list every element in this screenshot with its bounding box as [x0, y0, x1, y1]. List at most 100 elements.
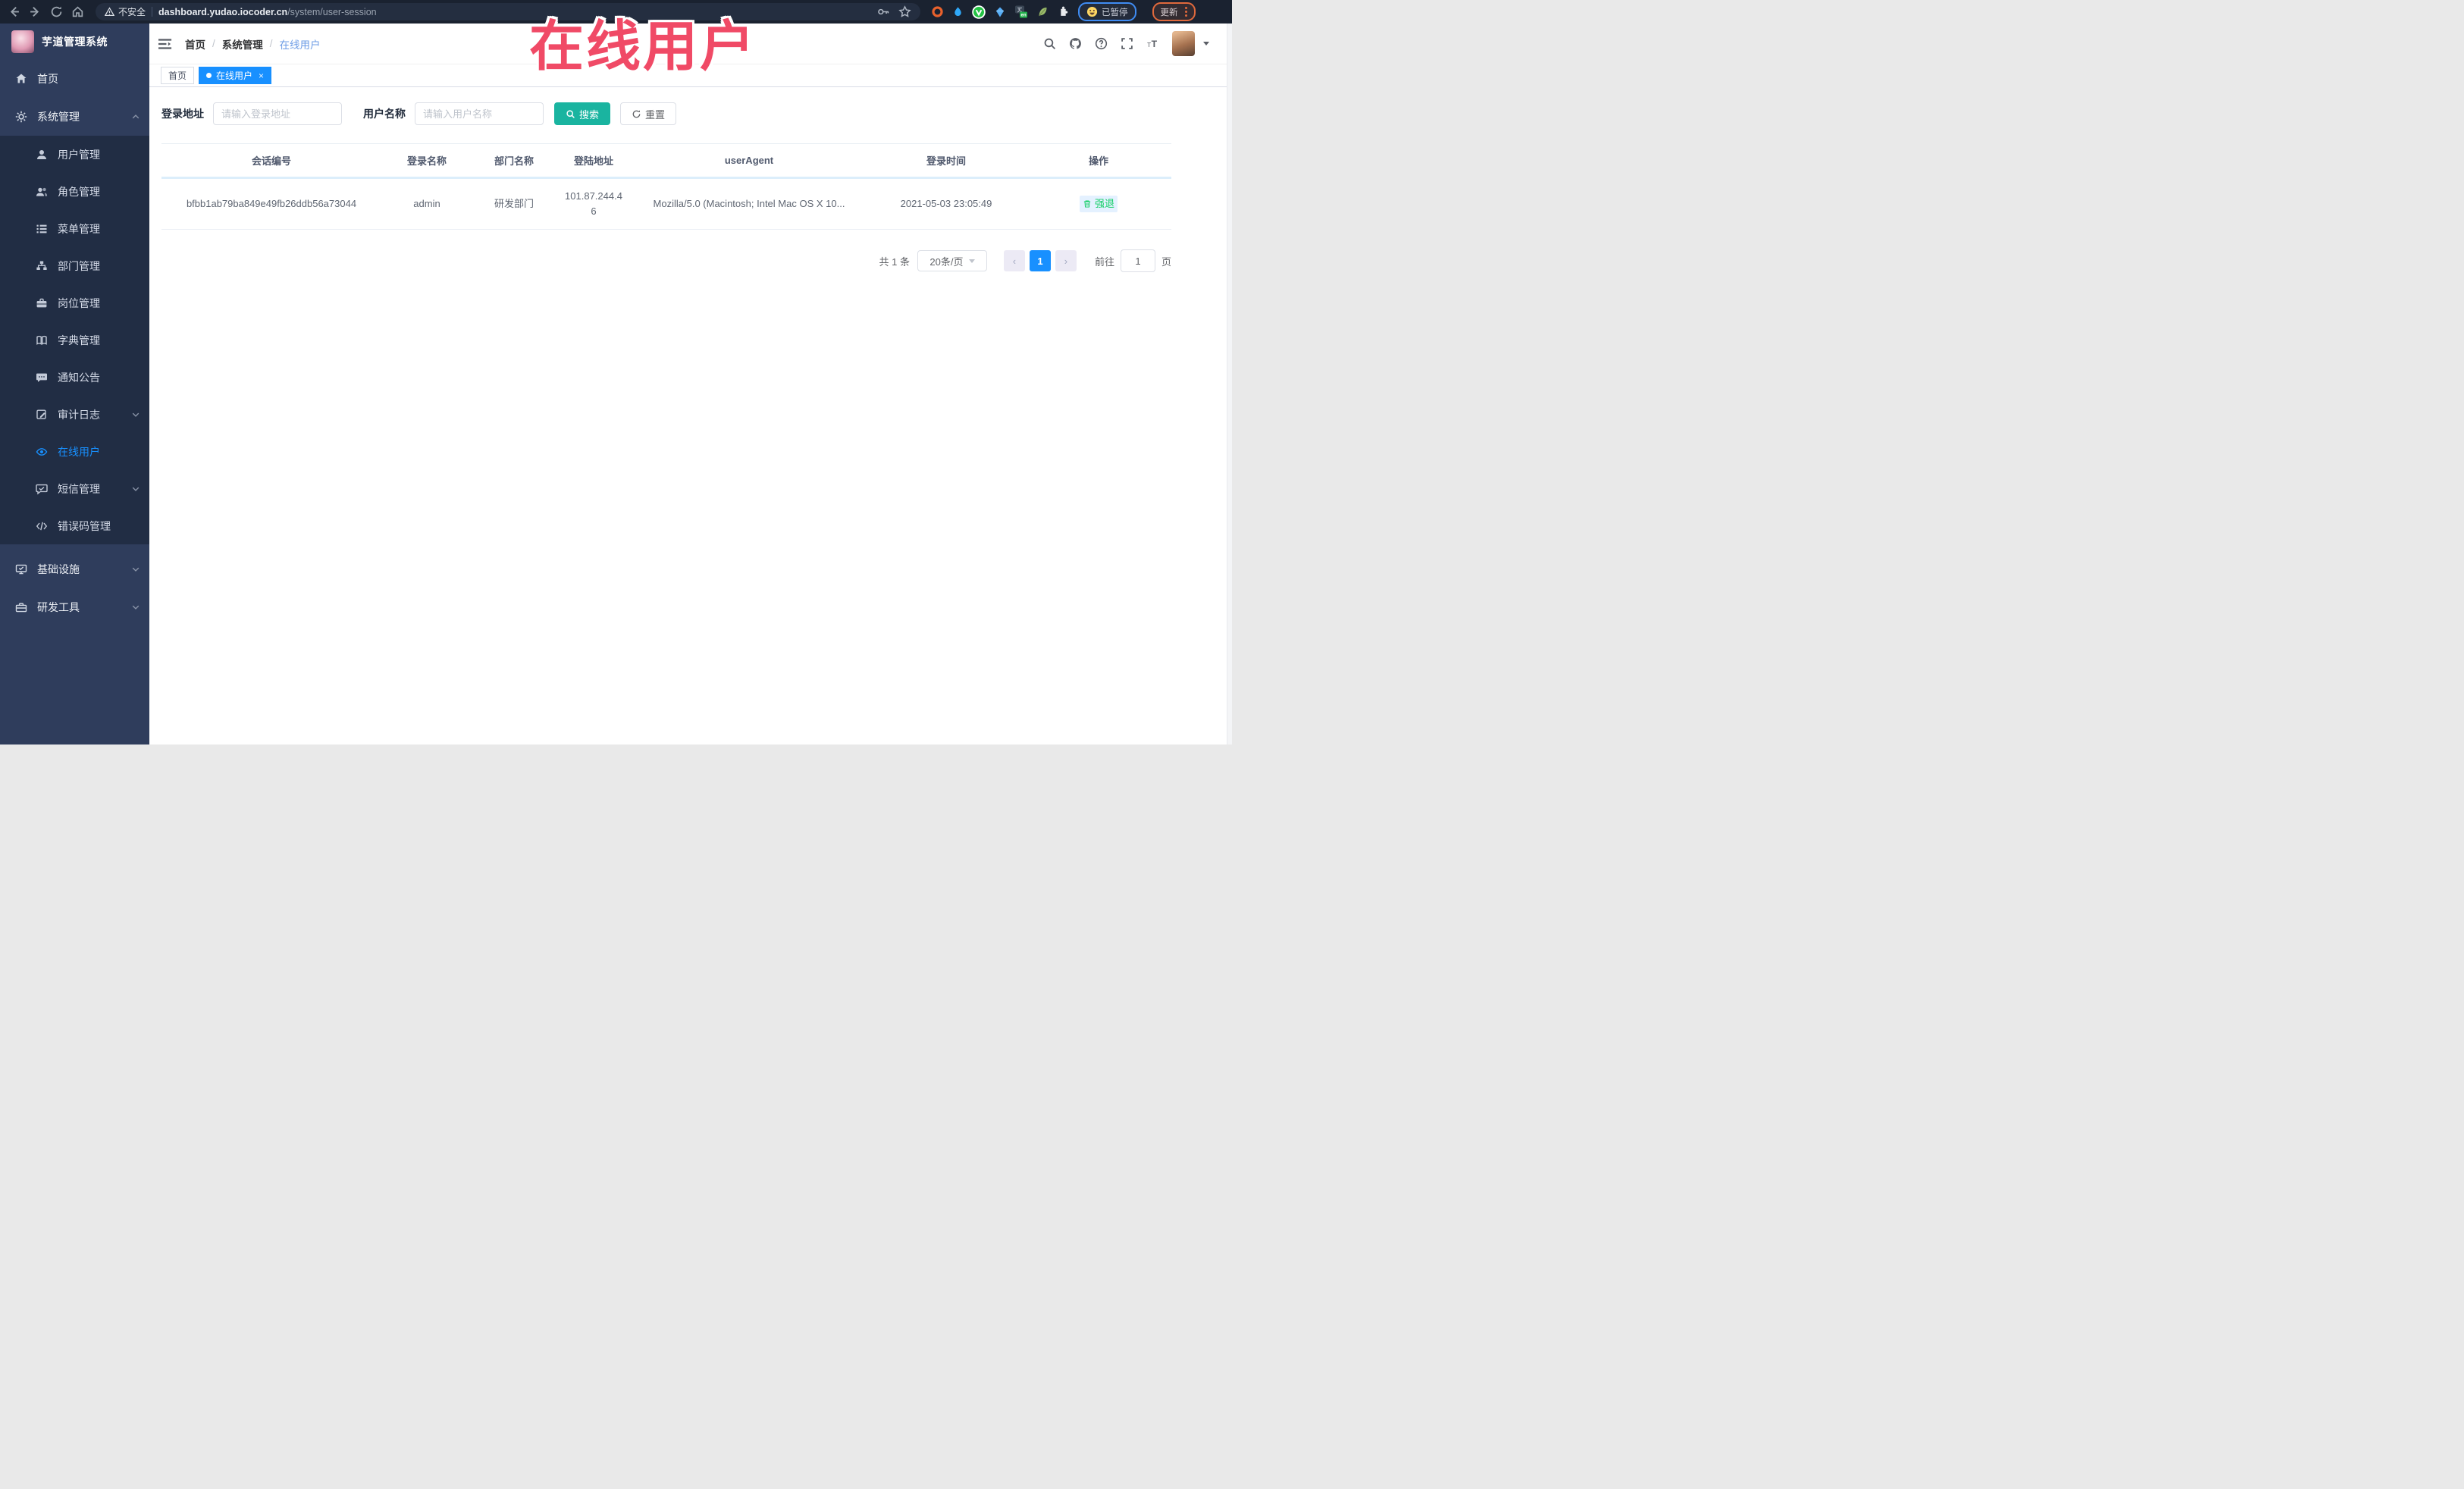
current-page-button[interactable]: 1 — [1029, 250, 1051, 272]
user-menu-caret-icon[interactable] — [1203, 42, 1209, 45]
breadcrumb-system[interactable]: 系统管理 — [222, 36, 263, 52]
sidebar-item-dept-mgmt[interactable]: 部门管理 — [0, 247, 149, 284]
chevron-down-icon — [132, 567, 140, 572]
page-size-select[interactable]: 20条/页 — [917, 250, 987, 272]
sidebar-item-menu-mgmt[interactable]: 菜单管理 — [0, 210, 149, 247]
svg-text:T: T — [1147, 41, 1151, 49]
sidebar-toggle-icon[interactable] — [158, 38, 173, 50]
fullscreen-icon[interactable] — [1121, 37, 1133, 50]
tab-online-users[interactable]: 在线用户 × — [199, 67, 272, 84]
ext-blue-diamond-icon[interactable] — [994, 6, 1006, 18]
code-icon — [36, 522, 48, 530]
pagination: 共 1 条 20条/页 ‹ 1 › 前往 页 — [161, 249, 1171, 273]
paused-label: 已暂停 — [1102, 8, 1128, 17]
search-button[interactable]: 搜索 — [554, 102, 611, 125]
ext-feather-icon[interactable] — [1036, 5, 1049, 18]
sidebar-item-system[interactable]: 系统管理 — [0, 98, 149, 136]
sidebar-item-sms-mgmt[interactable]: 短信管理 — [0, 470, 149, 507]
logo-image — [11, 30, 34, 53]
browser-home-icon[interactable] — [71, 5, 84, 18]
sidebar-item-error-code[interactable]: 错误码管理 — [0, 507, 149, 544]
browser-menu-icon[interactable] — [1184, 7, 1187, 17]
update-button[interactable]: 更新 — [1152, 2, 1196, 21]
cell-login-time: 2021-05-03 23:05:49 — [867, 177, 1026, 230]
prev-page-button[interactable]: ‹ — [1003, 250, 1025, 272]
sidebar-item-label: 系统管理 — [37, 111, 80, 123]
search-icon[interactable] — [1043, 37, 1056, 50]
svg-text:en: en — [1020, 13, 1026, 18]
user-session-table: 会话编号 登录名称 部门名称 登陆地址 userAgent 登录时间 操作 bf… — [161, 143, 1171, 230]
bookmark-star-icon[interactable] — [898, 5, 911, 18]
search-button-label: 搜索 — [579, 108, 600, 121]
ext-translate-icon[interactable]: en — [1014, 5, 1028, 19]
goto-label: 前往 — [1094, 255, 1114, 268]
sidebar-item-audit-log[interactable]: 审计日志 — [0, 396, 149, 433]
tab-home[interactable]: 首页 — [161, 67, 195, 84]
col-actions: 操作 — [1026, 143, 1171, 179]
tab-label: 在线用户 — [216, 71, 253, 81]
reset-button[interactable]: 重置 — [620, 102, 677, 125]
ext-blue-drop-icon[interactable] — [952, 5, 964, 18]
table-header-row: 会话编号 登录名称 部门名称 登陆地址 userAgent 登录时间 操作 — [161, 143, 1171, 179]
force-logout-button[interactable]: 强退 — [1079, 195, 1118, 212]
app-navbar: 首页 / 系统管理 / 在线用户 TT — [149, 24, 1232, 64]
goto-page-input[interactable] — [1120, 249, 1155, 273]
address-bar[interactable]: 不安全 dashboard.yudao.iocoder.cn/system/us… — [96, 3, 920, 20]
user-icon — [37, 149, 46, 159]
ext-puzzle-icon[interactable] — [1057, 5, 1070, 18]
col-user-agent: userAgent — [632, 143, 867, 179]
navbar-actions: TT — [1043, 31, 1209, 56]
sidebar-item-label: 岗位管理 — [58, 296, 100, 309]
ext-green-circle-icon[interactable] — [972, 5, 986, 19]
chevron-down-icon — [132, 605, 140, 610]
sidebar-item-home[interactable]: 首页 — [0, 60, 149, 98]
next-page-button[interactable]: › — [1055, 250, 1077, 272]
query-form: 登录地址 用户名称 搜索 重置 — [161, 102, 1232, 125]
username-input[interactable] — [415, 102, 544, 125]
sidebar-item-label: 研发工具 — [37, 601, 80, 613]
chevron-down-icon — [132, 412, 140, 417]
breadcrumb-home[interactable]: 首页 — [185, 36, 205, 52]
warning-icon — [105, 7, 114, 16]
close-tab-icon[interactable]: × — [259, 71, 264, 80]
sidebar-item-label: 角色管理 — [58, 185, 100, 198]
github-icon[interactable] — [1069, 37, 1082, 50]
tab-label: 首页 — [168, 71, 187, 81]
login-address-input[interactable] — [213, 102, 342, 125]
sidebar-item-role-mgmt[interactable]: 角色管理 — [0, 173, 149, 210]
svg-text:T: T — [1152, 39, 1158, 49]
profile-paused-badge[interactable]: 已暂停 — [1078, 2, 1136, 21]
home-icon — [16, 74, 27, 83]
sidebar-item-devtools[interactable]: 研发工具 — [0, 588, 149, 626]
sidebar-item-dict-mgmt[interactable]: 字典管理 — [0, 321, 149, 359]
security-chip[interactable]: 不安全 — [105, 5, 146, 18]
col-session-id: 会话编号 — [161, 143, 381, 179]
cell-user-agent: Mozilla/5.0 (Macintosh; Intel Mac OS X 1… — [632, 177, 867, 230]
sidebar-item-user-mgmt[interactable]: 用户管理 — [0, 136, 149, 173]
sidebar-item-infra[interactable]: 基础设施 — [0, 550, 149, 588]
sidebar-item-post-mgmt[interactable]: 岗位管理 — [0, 284, 149, 321]
sidebar-item-label: 首页 — [37, 73, 58, 85]
sidebar-item-label: 在线用户 — [58, 445, 100, 458]
sidebar-item-online-users[interactable]: 在线用户 — [0, 433, 149, 470]
url-text: dashboard.yudao.iocoder.cn/system/user-s… — [158, 7, 377, 17]
ext-orange-ring-icon[interactable] — [931, 5, 944, 18]
cell-login-name: admin — [381, 177, 472, 230]
app-logo[interactable]: 芋道管理系统 — [0, 24, 149, 60]
chevron-up-icon — [132, 114, 140, 119]
browser-reload-icon[interactable] — [50, 5, 63, 18]
breadcrumb: 首页 / 系统管理 / 在线用户 — [185, 36, 321, 52]
browser-back-icon[interactable] — [8, 5, 20, 18]
gear-icon — [15, 111, 27, 123]
browser-forward-icon[interactable] — [29, 5, 42, 18]
font-size-icon[interactable]: TT — [1146, 37, 1159, 50]
page-scrollbar[interactable] — [1227, 24, 1232, 744]
password-key-icon[interactable] — [876, 5, 889, 18]
user-avatar[interactable] — [1172, 31, 1195, 56]
sidebar-item-notice[interactable]: 通知公告 — [0, 359, 149, 396]
users-icon — [36, 187, 48, 196]
goto-suffix: 页 — [1161, 255, 1171, 268]
help-icon[interactable] — [1095, 37, 1108, 50]
sidebar-item-label: 审计日志 — [58, 408, 100, 421]
cell-session-id: bfbb1ab79ba849e49fb26ddb56a73044 — [161, 177, 381, 230]
